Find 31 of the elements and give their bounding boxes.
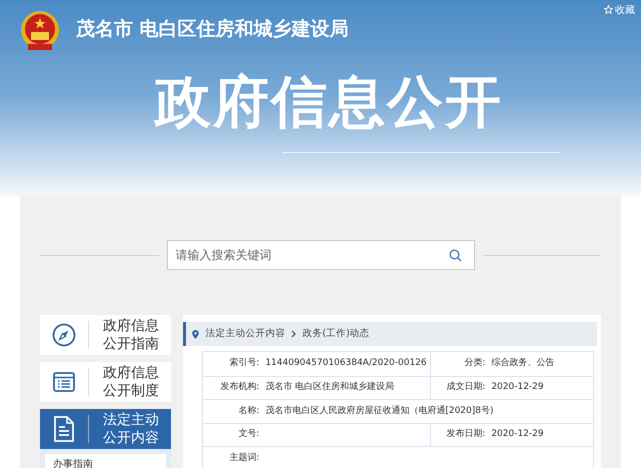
field-label: 主题词: bbox=[228, 452, 260, 464]
search-icon[interactable] bbox=[448, 249, 462, 262]
site-name: 茂名市 电白区住房和城乡建设局 bbox=[76, 17, 349, 42]
sidebar-item[interactable]: 政府信息公开指南 bbox=[40, 315, 172, 355]
location-pin-icon bbox=[192, 330, 200, 338]
breadcrumb-link[interactable]: 法定主动公开内容 bbox=[205, 326, 286, 342]
field-label: 成文日期: bbox=[445, 381, 486, 394]
field-value: 茂名市 电白区住房和城乡建设局 bbox=[265, 381, 394, 394]
field-value: 2020-12-29 bbox=[491, 381, 544, 394]
field-label: 名称: bbox=[237, 404, 260, 418]
star-icon bbox=[604, 5, 613, 14]
chevron-right-icon bbox=[291, 330, 296, 338]
field-label: 索引号: bbox=[228, 357, 260, 370]
field-label: 分类: bbox=[463, 357, 486, 370]
sidebar-item[interactable]: 政府信息公开制度 bbox=[40, 362, 172, 402]
field-label: 文号: bbox=[237, 428, 260, 441]
favorite-link[interactable]: 收藏 bbox=[604, 3, 635, 18]
document-icon bbox=[53, 416, 75, 442]
field-label: 发布机构: bbox=[219, 381, 260, 394]
emblem-icon bbox=[20, 10, 60, 52]
field-value: 2020-12-29 bbox=[491, 428, 544, 441]
sidebar-item[interactable]: 法定主动公开内容 bbox=[40, 409, 172, 449]
field-value: 综合政务、公告 bbox=[491, 357, 554, 370]
field-label: 发布日期: bbox=[445, 428, 486, 441]
list-icon bbox=[52, 370, 76, 394]
search-field[interactable]: 请输入搜索关键词 bbox=[166, 240, 474, 270]
page-title: 政府信息公开 bbox=[155, 69, 503, 137]
breadcrumb-link[interactable]: 政务(工作)动态 bbox=[302, 326, 370, 342]
field-value: 茂名市电白区人民政府房屋征收通知（电府通[2020]8号) bbox=[265, 404, 494, 418]
compass-icon bbox=[52, 323, 76, 347]
field-value: 11440904570106384A/2020-00126 bbox=[265, 357, 427, 370]
